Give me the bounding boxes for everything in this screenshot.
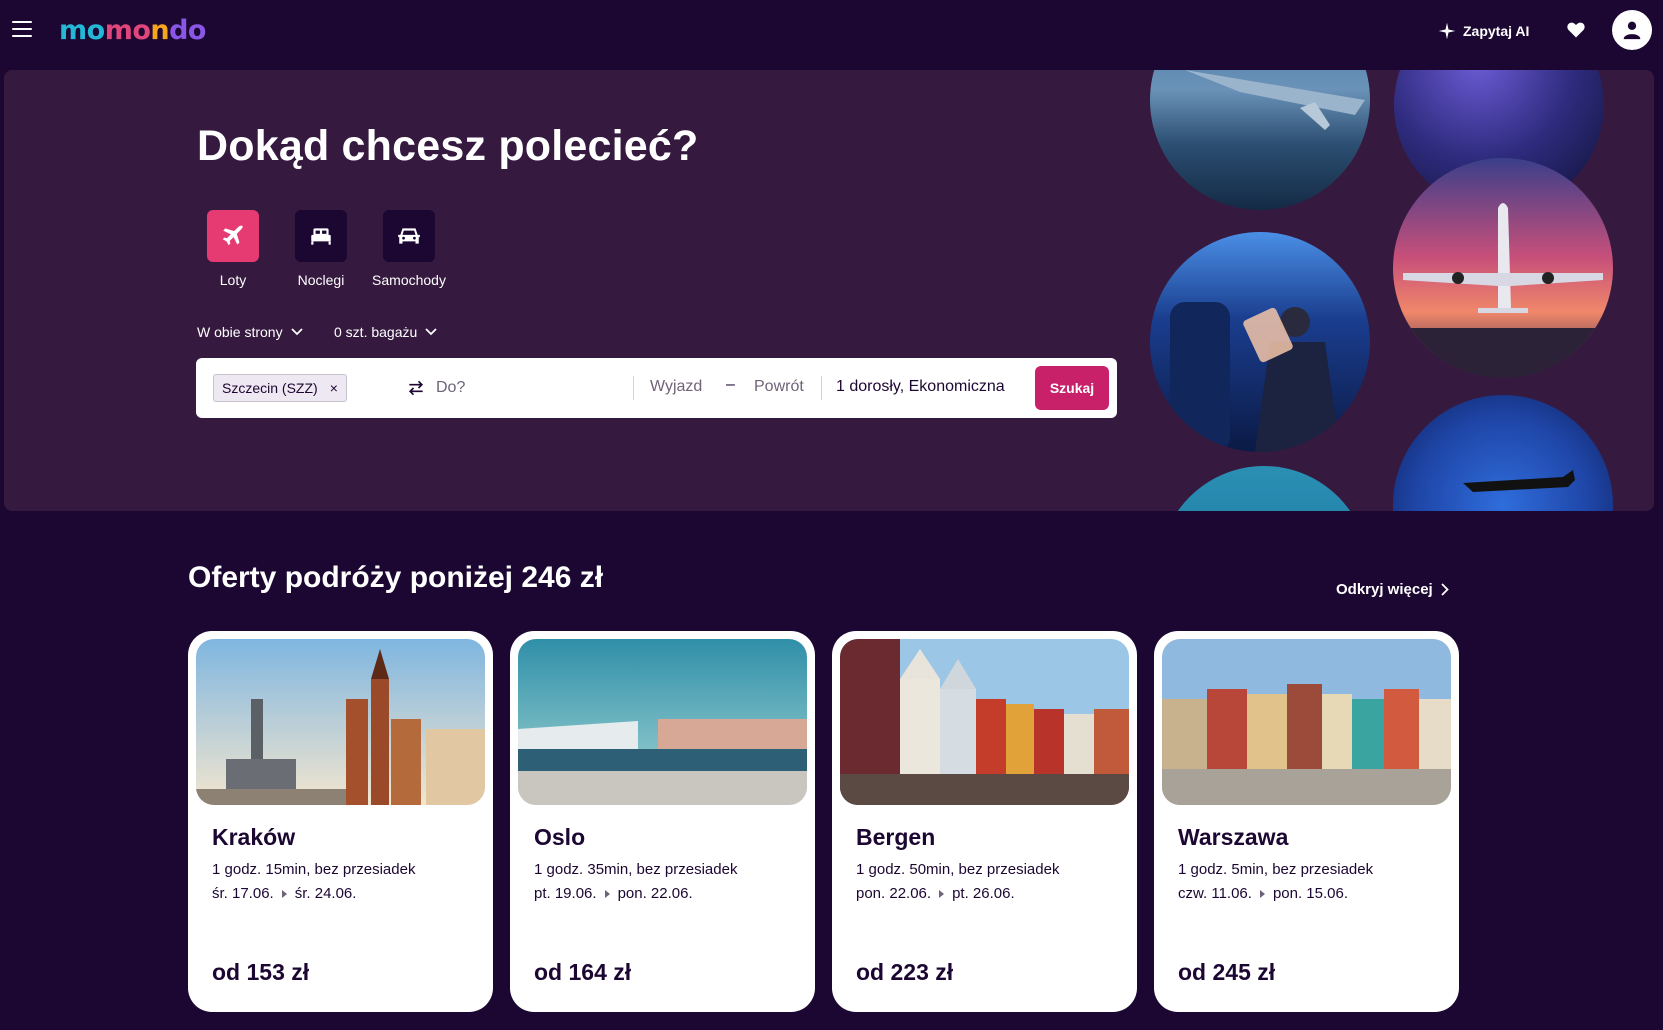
divider	[821, 376, 822, 400]
tab-label: Samochody	[372, 272, 446, 288]
city-photo	[196, 639, 485, 805]
ocean-photo	[1159, 466, 1369, 511]
discover-more-link[interactable]: Odkryj więcej	[1336, 581, 1449, 598]
remove-origin-icon[interactable]: ×	[330, 380, 338, 396]
tab-label: Loty	[219, 272, 247, 288]
bags-dropdown[interactable]: 0 szt. bagażu	[334, 324, 437, 340]
arrow-right-icon	[939, 889, 945, 898]
cabin-passenger-photo	[1150, 232, 1370, 452]
flight-search-form: Szczecin (SZZ) × Wyjazd – Powrót 1 doros…	[196, 358, 1117, 418]
deal-date-from: pt. 19.06.	[534, 885, 597, 902]
depart-date-field[interactable]: Wyjazd	[650, 378, 702, 396]
deal-duration: 1 godz. 5min, bez przesiadek	[1178, 861, 1374, 878]
city-photo	[518, 639, 807, 805]
travelers-cabin-field[interactable]: 1 dorosły, Ekonomiczna	[836, 378, 1005, 396]
deals-section-title: Oferty podróży poniżej 246 zł	[188, 561, 604, 594]
ask-ai-label: Zapytaj AI	[1463, 23, 1530, 39]
tab-cars[interactable]: Samochody	[364, 210, 454, 288]
user-icon	[1623, 21, 1641, 40]
chevron-right-icon	[1441, 583, 1449, 596]
deal-card-bergen[interactable]: Bergen 1 godz. 50min, bez przesiadek pon…	[832, 631, 1137, 1012]
divider	[633, 376, 634, 400]
tab-label: Noclegi	[297, 272, 345, 288]
city-photo	[1162, 639, 1451, 805]
deal-duration: 1 godz. 15min, bez przesiadek	[212, 861, 416, 878]
bags-value: 0 szt. bagażu	[334, 324, 418, 340]
date-separator: –	[726, 376, 735, 393]
deal-price: od 223 zł	[856, 959, 954, 985]
deal-city: Oslo	[534, 824, 586, 850]
deal-date-from: czw. 11.06.	[1178, 885, 1252, 902]
tab-flights[interactable]: Loty	[188, 210, 278, 288]
deal-dates: czw. 11.06. pon. 15.06.	[1178, 885, 1348, 902]
deal-card-oslo[interactable]: Oslo 1 godz. 35min, bez przesiadek pt. 1…	[510, 631, 815, 1012]
momondo-logo[interactable]: momondo	[59, 15, 206, 46]
plane-icon	[222, 225, 243, 246]
page-title: Dokąd chcesz polecieć?	[197, 122, 699, 170]
arrow-right-icon	[281, 889, 287, 898]
wing-photo	[1150, 70, 1370, 210]
tab-stays[interactable]: Noclegi	[276, 210, 366, 288]
deal-city: Warszawa	[1178, 824, 1289, 850]
car-icon	[398, 228, 420, 244]
trip-type-value: W obie strony	[197, 324, 283, 340]
deal-date-to: pon. 22.06.	[617, 885, 693, 902]
deal-date-to: pt. 26.06.	[952, 885, 1015, 902]
destination-input[interactable]	[436, 374, 616, 402]
swap-icon[interactable]	[406, 378, 426, 398]
arrow-right-icon	[1259, 889, 1265, 898]
heart-icon[interactable]	[1566, 20, 1586, 40]
city-photo	[840, 639, 1129, 805]
deal-price: od 245 zł	[1178, 959, 1276, 985]
deal-dates: pon. 22.06. pt. 26.06.	[856, 885, 1015, 902]
return-date-field[interactable]: Powrót	[754, 378, 804, 396]
deal-date-from: pon. 22.06.	[856, 885, 932, 902]
deal-card-krakow[interactable]: Kraków 1 godz. 15min, bez przesiadek śr.…	[188, 631, 493, 1012]
deal-date-to: śr. 24.06.	[294, 885, 357, 902]
deal-dates: pt. 19.06. pon. 22.06.	[534, 885, 693, 902]
deal-card-warszawa[interactable]: Warszawa 1 godz. 5min, bez przesiadek cz…	[1154, 631, 1459, 1012]
arrow-right-icon	[604, 889, 610, 898]
deal-date-to: pon. 15.06.	[1272, 885, 1349, 902]
bed-icon	[311, 228, 331, 245]
plane-sunset-photo	[1393, 158, 1613, 378]
ask-ai-button[interactable]: Zapytaj AI	[1438, 18, 1529, 44]
origin-chip[interactable]: Szczecin (SZZ) ×	[213, 374, 347, 402]
chevron-down-icon	[425, 328, 437, 336]
top-bar: momondo Zapytaj AI	[0, 0, 1663, 62]
origin-chip-label: Szczecin (SZZ)	[222, 380, 318, 396]
deal-city: Bergen	[856, 824, 936, 850]
chevron-down-icon	[290, 328, 303, 336]
discover-more-label: Odkryj więcej	[1336, 581, 1433, 598]
trip-type-dropdown[interactable]: W obie strony	[197, 324, 303, 340]
deal-dates: śr. 17.06. śr. 24.06.	[212, 885, 356, 902]
deal-date-from: śr. 17.06.	[212, 885, 274, 902]
deal-duration: 1 godz. 35min, bez przesiadek	[534, 861, 738, 878]
moon-plane-photo	[1393, 395, 1613, 511]
user-account-button[interactable]	[1612, 10, 1652, 50]
deal-duration: 1 godz. 50min, bez przesiadek	[856, 861, 1060, 878]
search-button[interactable]: Szukaj	[1035, 366, 1109, 410]
sparkle-icon	[1438, 22, 1456, 40]
deal-price: od 153 zł	[212, 959, 310, 985]
search-hero: Dokąd chcesz polecieć? Loty Noclegi Samo…	[4, 70, 1654, 511]
deal-price: od 164 zł	[534, 959, 632, 985]
menu-icon[interactable]	[12, 21, 32, 39]
deal-city: Kraków	[212, 824, 296, 850]
